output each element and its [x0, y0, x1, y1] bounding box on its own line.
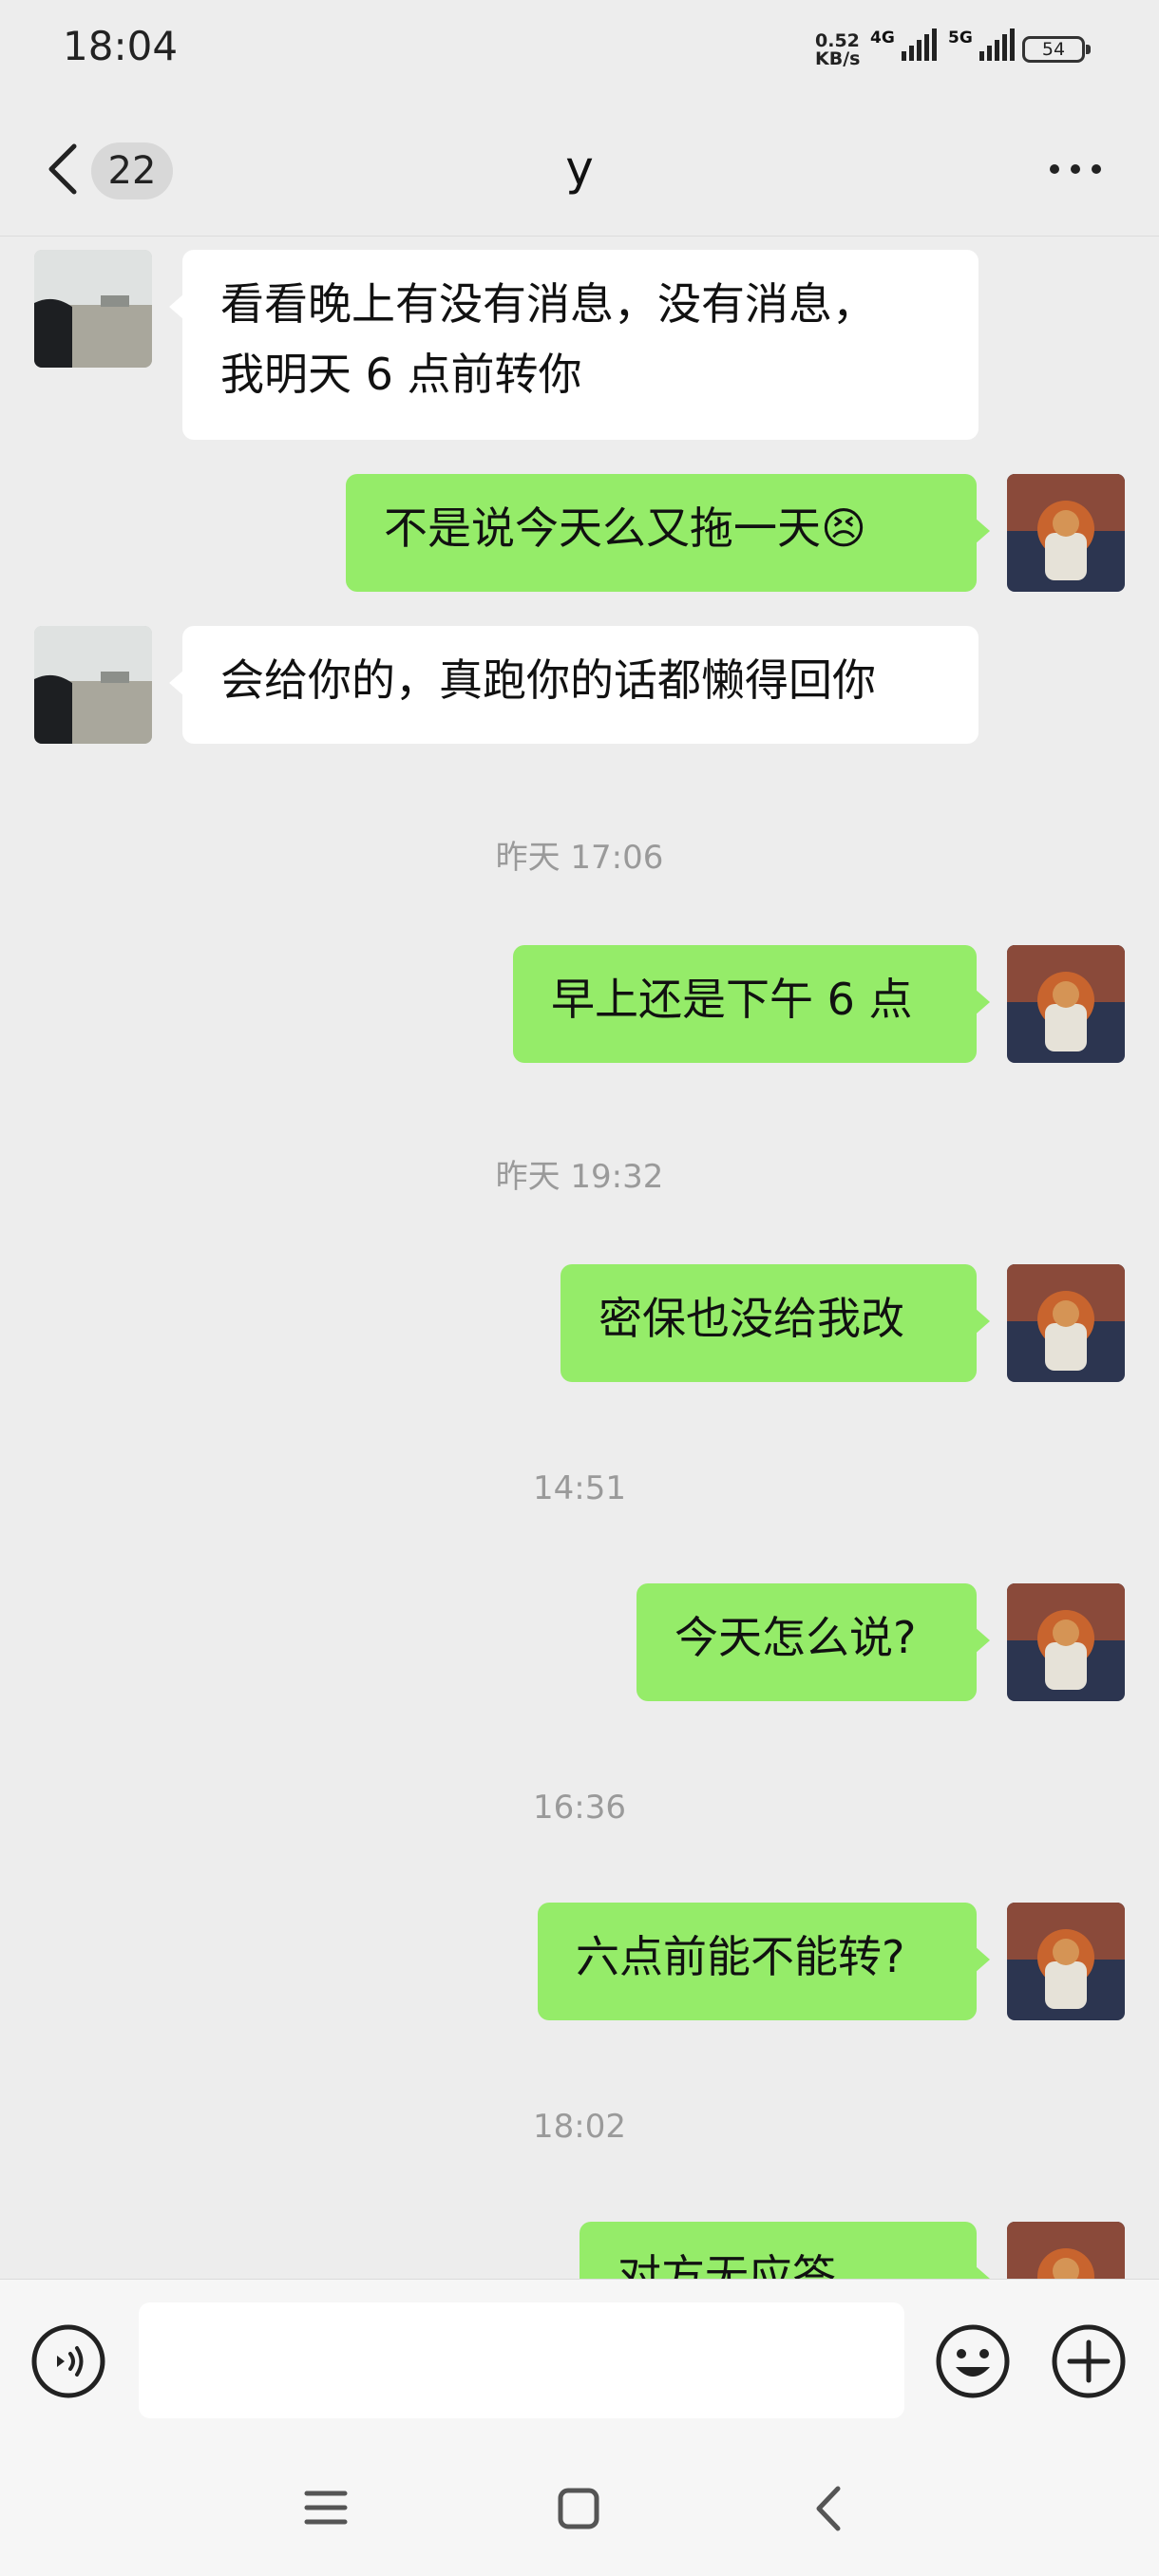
message-timestamp: 昨天 17:06	[495, 839, 664, 877]
my-avatar[interactable]	[1007, 474, 1125, 592]
outgoing-message[interactable]: 六点前能不能转?	[538, 1903, 990, 2020]
message-timestamp: 18:02	[533, 2108, 626, 2146]
emoji: 😣	[821, 502, 866, 554]
my-avatar[interactable]	[1007, 1903, 1125, 2020]
signal-5g-icon: 5G	[948, 28, 1015, 61]
message-text: 不是说今天么又拖一天	[384, 502, 821, 554]
emoji-icon[interactable]	[935, 2323, 1011, 2399]
incoming-message[interactable]: 会给你的，真跑你的话都懒得回你	[169, 626, 978, 744]
message-text: 今天怎么说?	[674, 1612, 917, 1663]
outgoing-message[interactable]: 对方无应答	[580, 2222, 990, 2279]
incoming-message[interactable]: 看看晚上有没有消息，没有消息， 我明天 6 点前转你	[169, 250, 978, 440]
signal-5g-label: 5G	[948, 28, 973, 47]
message-text-line: 看看晚上有没有消息，没有消息，	[220, 278, 876, 330]
plus-icon[interactable]	[1051, 2323, 1127, 2399]
message-timestamp: 14:51	[533, 1469, 626, 1507]
system-navigation-bar	[0, 2441, 1159, 2576]
home-icon[interactable]	[557, 2487, 600, 2530]
my-avatar[interactable]	[1007, 1583, 1125, 1701]
more-options-icon[interactable]	[1049, 163, 1102, 175]
status-bar: 18:04 0.52 KB/s 4G 5G 54	[0, 0, 1159, 103]
contact-avatar[interactable]	[34, 250, 152, 368]
network-speed-unit: KB/s	[815, 48, 861, 69]
message-timestamp: 16:36	[533, 1789, 626, 1827]
contact-avatar[interactable]	[34, 626, 152, 744]
message-text: 对方无应答	[618, 2250, 836, 2279]
message-text: 六点前能不能转?	[576, 1931, 905, 1982]
message-timestamp: 昨天 19:32	[495, 1158, 664, 1196]
signal-4g-label: 4G	[870, 28, 895, 47]
battery-indicator: 54	[1022, 36, 1091, 63]
message-text: 密保也没给我改	[598, 1293, 904, 1344]
outgoing-message[interactable]: 不是说今天么又拖一天😣	[346, 474, 990, 592]
chat-title: y	[565, 141, 594, 196]
my-avatar[interactable]	[1007, 2222, 1125, 2279]
message-text: 会给你的，真跑你的话都懒得回你	[220, 654, 876, 706]
input-bar	[0, 2279, 1159, 2441]
my-avatar[interactable]	[1007, 945, 1125, 1063]
message-list[interactable]: 看看晚上有没有消息，没有消息， 我明天 6 点前转你 不是说今天么又拖一天😣 会…	[0, 237, 1159, 2279]
back-icon[interactable]	[813, 2485, 844, 2532]
outgoing-message[interactable]: 密保也没给我改	[560, 1264, 990, 1382]
my-avatar[interactable]	[1007, 1264, 1125, 1382]
message-text: 早上还是下午 6 点	[551, 974, 913, 1025]
chat-header: 22 y	[0, 103, 1159, 237]
status-time: 18:04	[63, 23, 179, 69]
voice-icon[interactable]	[30, 2323, 106, 2399]
menu-icon[interactable]	[304, 2489, 348, 2527]
signal-4g-icon: 4G	[870, 28, 937, 61]
outgoing-message[interactable]: 早上还是下午 6 点	[513, 945, 990, 1063]
message-text-line: 我明天 6 点前转你	[220, 349, 582, 400]
message-input[interactable]	[139, 2302, 904, 2418]
network-speed: 0.52 KB/s	[815, 32, 860, 68]
outgoing-message[interactable]: 今天怎么说?	[636, 1583, 990, 1701]
